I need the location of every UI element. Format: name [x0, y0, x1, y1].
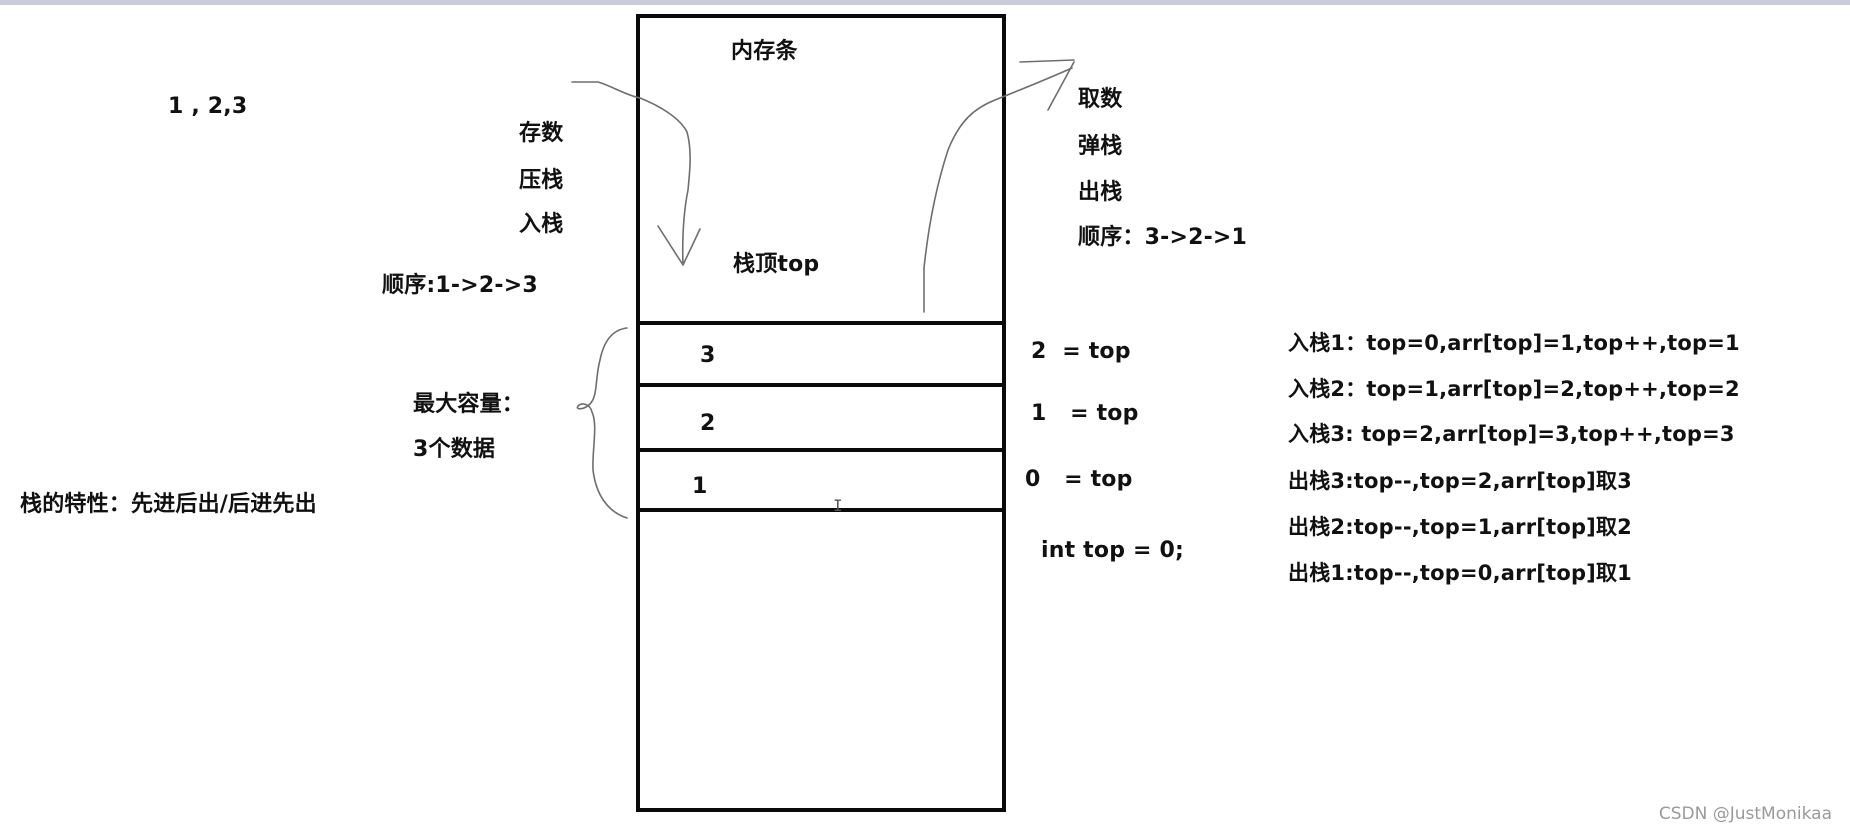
memory-stick-box	[636, 14, 1006, 812]
cell-divider	[636, 383, 1006, 387]
capacity-value: 3个数据	[413, 437, 496, 462]
stack-top-label: 栈顶top	[733, 252, 820, 277]
push-label-store: 存数	[519, 121, 564, 146]
step-line: 出栈3:top--,top=2,arr[top]取3	[1288, 469, 1632, 493]
pop-label-take: 取数	[1078, 87, 1123, 112]
top-strip	[0, 0, 1850, 5]
pop-label-pop: 弹栈	[1078, 134, 1123, 159]
step-line: 出栈1:top--,top=0,arr[top]取1	[1288, 561, 1632, 585]
pop-label-exit: 出栈	[1078, 180, 1123, 205]
pop-order: 顺序：3->2->1	[1078, 225, 1248, 250]
index-label: 2 = top	[1031, 339, 1131, 364]
step-line: 入栈2：top=1,arr[top]=2,top++,top=2	[1288, 377, 1740, 401]
init-code: int top = 0;	[1041, 538, 1185, 563]
step-line: 入栈1：top=0,arr[top]=1,top++,top=1	[1288, 331, 1740, 355]
pop-arrowhead-icon	[1019, 59, 1075, 111]
stack-bottom-divider	[636, 508, 1006, 512]
push-order: 顺序:1->2->3	[382, 273, 538, 298]
stack-property: 栈的特性：先进后出/后进先出	[20, 492, 317, 517]
text-cursor-icon: I	[833, 496, 843, 515]
step-line: 入栈3: top=2,arr[top]=3,top++,top=3	[1288, 422, 1735, 446]
stack-cell-value: 3	[700, 343, 716, 368]
index-label: 1 = top	[1031, 401, 1139, 426]
index-label: 0 = top	[1025, 467, 1133, 492]
memory-label: 内存条	[731, 39, 798, 64]
push-label-enter: 入栈	[519, 212, 564, 237]
curly-brace-icon	[576, 327, 628, 519]
stack-cell-value: 2	[700, 411, 716, 436]
stack-top-divider	[636, 321, 1006, 325]
cell-divider	[636, 448, 1006, 452]
step-line: 出栈2:top--,top=1,arr[top]取2	[1288, 515, 1632, 539]
push-label-press: 压栈	[519, 168, 564, 193]
capacity-label: 最大容量：	[413, 392, 525, 417]
input-values: 1 , 2,3	[168, 94, 248, 119]
watermark: CSDN @JustMonikaa	[1658, 804, 1832, 824]
stack-cell-value: 1	[692, 474, 708, 499]
